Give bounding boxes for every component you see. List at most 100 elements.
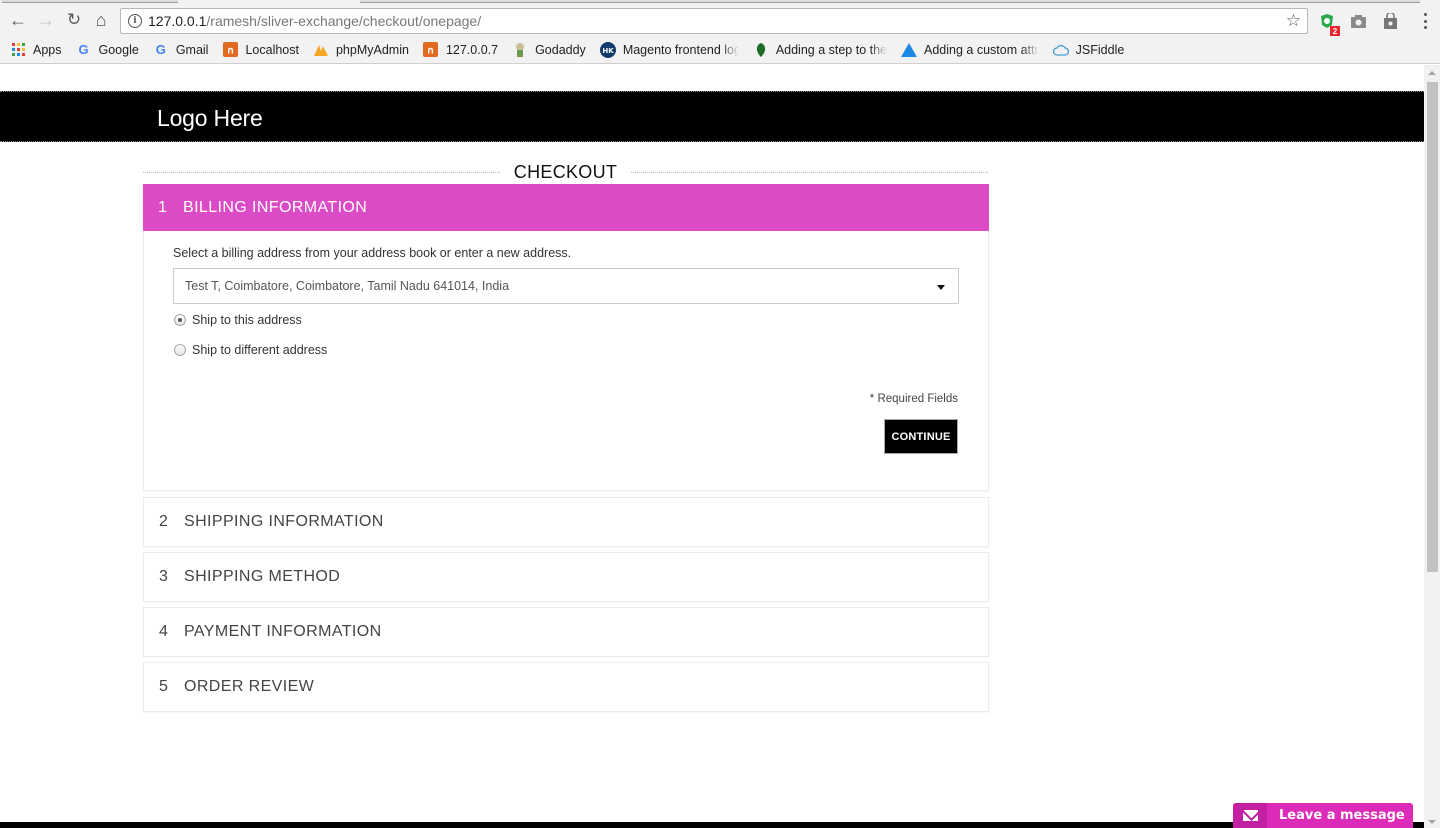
bookmark-label: Adding a step to the <box>775 42 888 57</box>
bookmarks-bar: Apps G Google G Gmail ∩ Localhost phpMyA… <box>0 36 1440 64</box>
svg-text:HK: HK <box>602 47 614 55</box>
bookmark-label: JSFiddle <box>1075 42 1125 57</box>
step-header[interactable]: 1 BILLING INFORMATION <box>143 184 989 231</box>
phpmyadmin-icon <box>313 42 329 58</box>
xampp-icon: ∩ <box>222 42 238 58</box>
page-viewport: Logo Here CHECKOUT 1 BILLING INFORMATION… <box>0 65 1424 828</box>
divider <box>143 171 500 173</box>
forward-icon[interactable]: → <box>34 8 58 32</box>
bookmark-label: Apps <box>33 42 62 57</box>
step-shipping-information: 2 SHIPPING INFORMATION <box>143 497 989 547</box>
scroll-down-arrow-icon[interactable] <box>1428 820 1436 824</box>
page-scrollbar[interactable] <box>1424 65 1440 828</box>
selected-address: Test T, Coimbatore, Coimbatore, Tamil Na… <box>185 279 510 293</box>
bookmark-phpmyadmin[interactable]: phpMyAdmin <box>313 42 409 58</box>
shopping-bag-icon[interactable] <box>1381 12 1399 30</box>
envelope-icon <box>1233 803 1267 828</box>
radio-label: Ship to this address <box>192 313 302 327</box>
step-title: SHIPPING METHOD <box>184 568 341 585</box>
step-order-review: 5 ORDER REVIEW <box>143 662 989 712</box>
bookmark-adding-a-step[interactable]: Adding a step to the <box>753 42 887 58</box>
page-title: CHECKOUT <box>513 161 618 182</box>
svg-text:∩: ∩ <box>226 46 234 57</box>
url-host: 127.0.0.1 <box>148 13 207 29</box>
extension-green-icon[interactable]: 2 <box>1318 12 1340 36</box>
jsfiddle-cloud-icon <box>1052 42 1069 58</box>
divider <box>631 171 988 173</box>
browser-menu-icon[interactable] <box>1424 13 1428 29</box>
bookmark-jsfiddle[interactable]: JSFiddle <box>1052 42 1125 58</box>
url-text[interactable]: 127.0.0.1/ramesh/sliver-exchange/checkou… <box>148 13 481 29</box>
google-icon: G <box>78 42 89 57</box>
bookmark-localhost[interactable]: ∩ Localhost <box>222 42 299 58</box>
step-payment-information: 4 PAYMENT INFORMATION <box>143 607 989 657</box>
hk-icon: HK <box>599 41 616 58</box>
browser-toolbar: ← → ↻ ⌂ i 127.0.0.1/ramesh/sliver-exchan… <box>0 4 1440 36</box>
browser-tab[interactable] <box>2 0 178 3</box>
info-icon[interactable]: i <box>128 14 142 28</box>
bookmark-adding-custom-attr[interactable]: Adding a custom attr <box>901 42 1039 58</box>
triangle-icon <box>901 42 918 58</box>
bookmark-star-icon[interactable]: ☆ <box>1286 11 1301 31</box>
reload-icon[interactable]: ↻ <box>62 8 86 32</box>
bookmark-label: Gmail <box>175 42 209 57</box>
google-icon: G <box>155 42 166 57</box>
ship-to-this-address-radio[interactable]: Ship to this address <box>174 313 302 327</box>
step-number: 3 <box>159 568 168 585</box>
step-number: 5 <box>159 678 168 695</box>
step-shipping-method: 3 SHIPPING METHOD <box>143 552 989 602</box>
address-bar[interactable]: i 127.0.0.1/ramesh/sliver-exchange/check… <box>120 8 1308 34</box>
svg-text:∩: ∩ <box>427 46 435 57</box>
step-number: 1 <box>158 198 167 216</box>
apps-grid-icon <box>10 42 26 58</box>
browser-tab[interactable] <box>360 0 1420 3</box>
step-header[interactable]: 5 ORDER REVIEW <box>144 663 988 711</box>
url-path: /ramesh/sliver-exchange/checkout/onepage… <box>206 13 482 29</box>
step-header[interactable]: 2 SHIPPING INFORMATION <box>144 498 988 546</box>
bookmark-godaddy[interactable]: Godaddy <box>512 42 586 58</box>
step-billing-information: 1 BILLING INFORMATION Select a billing a… <box>143 184 989 491</box>
bookmark-label: phpMyAdmin <box>335 42 409 57</box>
step-title: BILLING INFORMATION <box>183 198 368 216</box>
bookmark-127-0-0-7[interactable]: ∩ 127.0.0.7 <box>423 42 498 58</box>
required-text: Required Fields <box>877 393 958 405</box>
step-header[interactable]: 3 SHIPPING METHOD <box>144 553 988 601</box>
radio-unchecked-icon[interactable] <box>174 344 186 356</box>
billing-address-select[interactable]: Test T, Coimbatore, Coimbatore, Tamil Na… <box>173 268 959 304</box>
checkout-title-row: CHECKOUT <box>143 161 988 183</box>
continue-button[interactable]: CONTINUE <box>884 419 958 454</box>
dropdown-arrow-icon <box>937 285 945 290</box>
step-header[interactable]: 4 PAYMENT INFORMATION <box>144 608 988 656</box>
site-footer-bar <box>0 822 1424 828</box>
leaf-icon <box>753 42 769 58</box>
required-marker: * <box>869 393 875 405</box>
required-fields-note: * Required Fields <box>870 393 958 405</box>
site-header: Logo Here <box>0 91 1424 142</box>
bookmark-label: 127.0.0.7 <box>445 42 499 57</box>
bookmark-google[interactable]: G Google <box>76 42 139 58</box>
billing-instruction: Select a billing address from your addre… <box>173 246 572 260</box>
site-logo[interactable]: Logo Here <box>157 105 263 132</box>
home-icon[interactable]: ⌂ <box>89 8 113 32</box>
back-icon[interactable]: ← <box>6 8 30 32</box>
step-number: 2 <box>159 513 168 530</box>
scroll-up-arrow-icon[interactable] <box>1428 71 1436 75</box>
chat-label: Leave a message <box>1279 808 1405 823</box>
bookmark-gmail[interactable]: G Gmail <box>153 42 209 58</box>
extension-badge: 2 <box>1330 26 1340 36</box>
bookmark-label: Localhost <box>245 42 299 57</box>
bookmark-apps[interactable]: Apps <box>10 42 62 58</box>
step-title: SHIPPING INFORMATION <box>184 513 384 530</box>
camera-icon[interactable] <box>1349 12 1367 30</box>
leave-message-button[interactable]: Leave a message <box>1233 803 1413 828</box>
bookmark-label: Google <box>98 42 139 57</box>
step-title: ORDER REVIEW <box>184 678 315 695</box>
bookmark-label: Adding a custom attr <box>924 42 1039 57</box>
ship-to-different-address-radio[interactable]: Ship to different address <box>174 343 327 357</box>
radio-checked-icon[interactable] <box>174 314 186 326</box>
step-title: PAYMENT INFORMATION <box>184 623 382 640</box>
scrollbar-thumb[interactable] <box>1427 82 1438 572</box>
billing-form: Select a billing address from your addre… <box>143 231 989 491</box>
bookmark-magento-frontend[interactable]: HK Magento frontend log <box>599 41 739 58</box>
bookmark-label: Godaddy <box>535 42 586 57</box>
